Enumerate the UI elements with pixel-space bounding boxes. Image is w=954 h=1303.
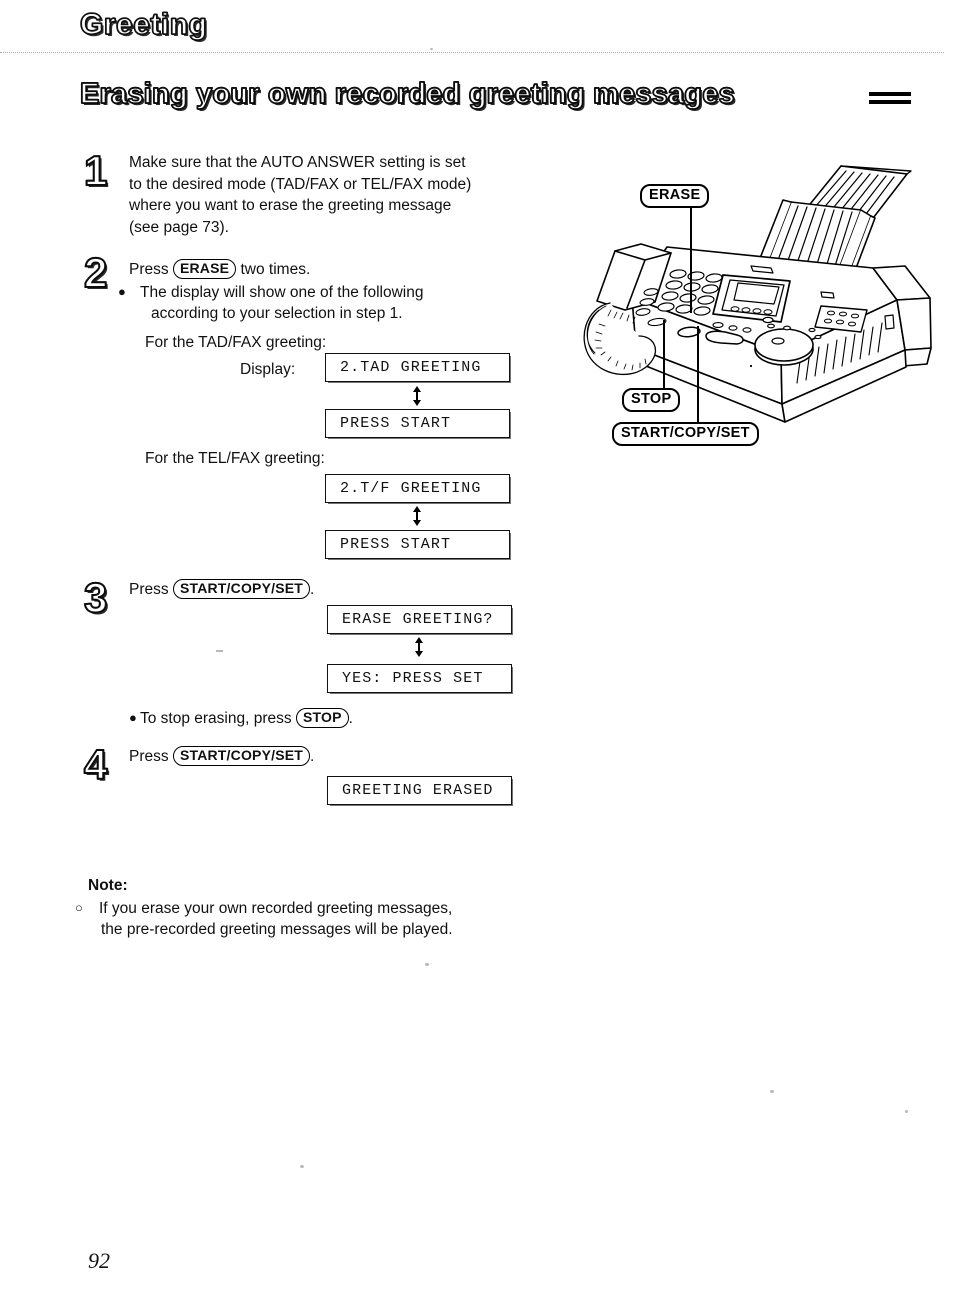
step-2-bullet-1-cont: according to your selection in step 1.: [151, 305, 403, 322]
lcd-press-start-1: PRESS START: [325, 409, 510, 438]
step-number-1: 1: [83, 147, 108, 194]
step-1-text: Make sure that the AUTO ANSWER setting i…: [129, 152, 471, 238]
callout-stop[interactable]: STOP: [622, 388, 681, 412]
erase-key-inline[interactable]: ERASE: [172, 259, 237, 279]
note-title: Note:: [88, 877, 128, 894]
stop-key-inline[interactable]: STOP: [295, 708, 349, 728]
callout-start-copy-set[interactable]: START/COPY/SET: [612, 422, 759, 446]
heading-trailing-rule: [869, 92, 911, 108]
step-1-line-1: Make sure that the AUTO ANSWER setting i…: [129, 154, 466, 171]
callout-erase[interactable]: ERASE: [640, 184, 710, 208]
lcd-yes-press-set: YES: PRESS SET: [327, 664, 512, 693]
step-2-press-line: Press ERASE two times.: [129, 259, 423, 281]
bullet-icon-stop: ●: [129, 710, 137, 725]
speed-dial-cluster: [814, 305, 868, 333]
press-label-4: Press: [129, 748, 169, 765]
start-copy-set-key-inline-3[interactable]: START/COPY/SET: [172, 579, 311, 599]
fax-machine-illustration: [575, 140, 950, 460]
step-2-bullet-1: ● The display will show one of the follow…: [118, 281, 423, 304]
arrow-down-up-icon-1: [410, 386, 424, 406]
step-2-text: Press ERASE two times. ● The display will…: [118, 259, 423, 325]
display-label: Display:: [240, 361, 296, 378]
scan-artifact: [300, 1165, 304, 1168]
scan-artifact: [905, 1110, 908, 1113]
scan-artifact: [425, 963, 429, 966]
note-line-1: ○ If you erase your own recorded greeting…: [75, 897, 453, 919]
lcd-greeting-erased: GREETING ERASED: [327, 776, 512, 805]
arrow-down-up-icon-2: [410, 506, 424, 526]
step-4-text: Press START/COPY/SET.: [129, 746, 314, 768]
lcd-panel: [712, 274, 791, 323]
bullet-icon: ●: [118, 283, 126, 299]
leader-line-stop: [663, 320, 665, 388]
stop-note-suffix: .: [348, 710, 353, 727]
press-suffix-4: .: [310, 748, 315, 765]
note-line-2: the pre-recorded greeting messages will …: [101, 921, 453, 938]
scan-artifact: [430, 48, 433, 50]
lcd-tad-greeting: 2.TAD GREETING: [325, 353, 510, 382]
note-body: ○ If you erase your own recorded greeting…: [75, 897, 453, 940]
dial: [754, 328, 814, 366]
section-title: Greeting: [79, 7, 208, 42]
step-number-4: 4: [83, 741, 108, 788]
erase-button-on-device: [762, 316, 774, 324]
scan-artifact: [770, 1090, 774, 1093]
step-1-line-3: where you want to erase the greeting mes…: [129, 197, 452, 214]
caption-tadfax: For the TAD/FAX greeting:: [145, 334, 327, 351]
press-suffix-3: .: [310, 581, 315, 598]
press-suffix: two times.: [240, 261, 311, 278]
lcd-tf-greeting: 2.T/F GREETING: [325, 474, 510, 503]
step-3-text: Press START/COPY/SET.: [129, 579, 314, 601]
stop-note-prefix: To stop erasing, press: [140, 710, 292, 727]
page-title: Erasing your own recorded greeting messa…: [79, 77, 735, 111]
step-3-press-line: Press START/COPY/SET.: [129, 579, 314, 601]
step-1-line-2: to the desired mode (TAD/FAX or TEL/FAX …: [129, 175, 472, 193]
leader-line-erase: [690, 208, 692, 313]
lcd-erase-greeting-question: ERASE GREETING?: [327, 605, 512, 634]
header-divider: [0, 52, 944, 54]
step-number-2: 2: [83, 249, 108, 296]
press-label-3: Press: [129, 581, 169, 598]
lcd-press-start-2: PRESS START: [325, 530, 510, 559]
page-number: 92: [88, 1248, 110, 1273]
leader-line-start-copy-set: [697, 326, 699, 422]
step-4-press-line: Press START/COPY/SET.: [129, 746, 314, 768]
press-label: Press: [129, 261, 169, 278]
caption-telfax: For the TEL/FAX greeting:: [145, 450, 325, 467]
stop-erasing-note: ● To stop erasing, press STOP.: [129, 707, 353, 730]
bullet-icon-note: ○: [75, 900, 83, 915]
arrow-down-up-icon-3: [412, 637, 426, 657]
scan-artifact: [216, 650, 223, 652]
step-1-line-4: (see page 73).: [129, 218, 229, 236]
start-copy-set-key-inline-4[interactable]: START/COPY/SET: [172, 746, 311, 766]
step-number-3: 3: [83, 574, 108, 621]
